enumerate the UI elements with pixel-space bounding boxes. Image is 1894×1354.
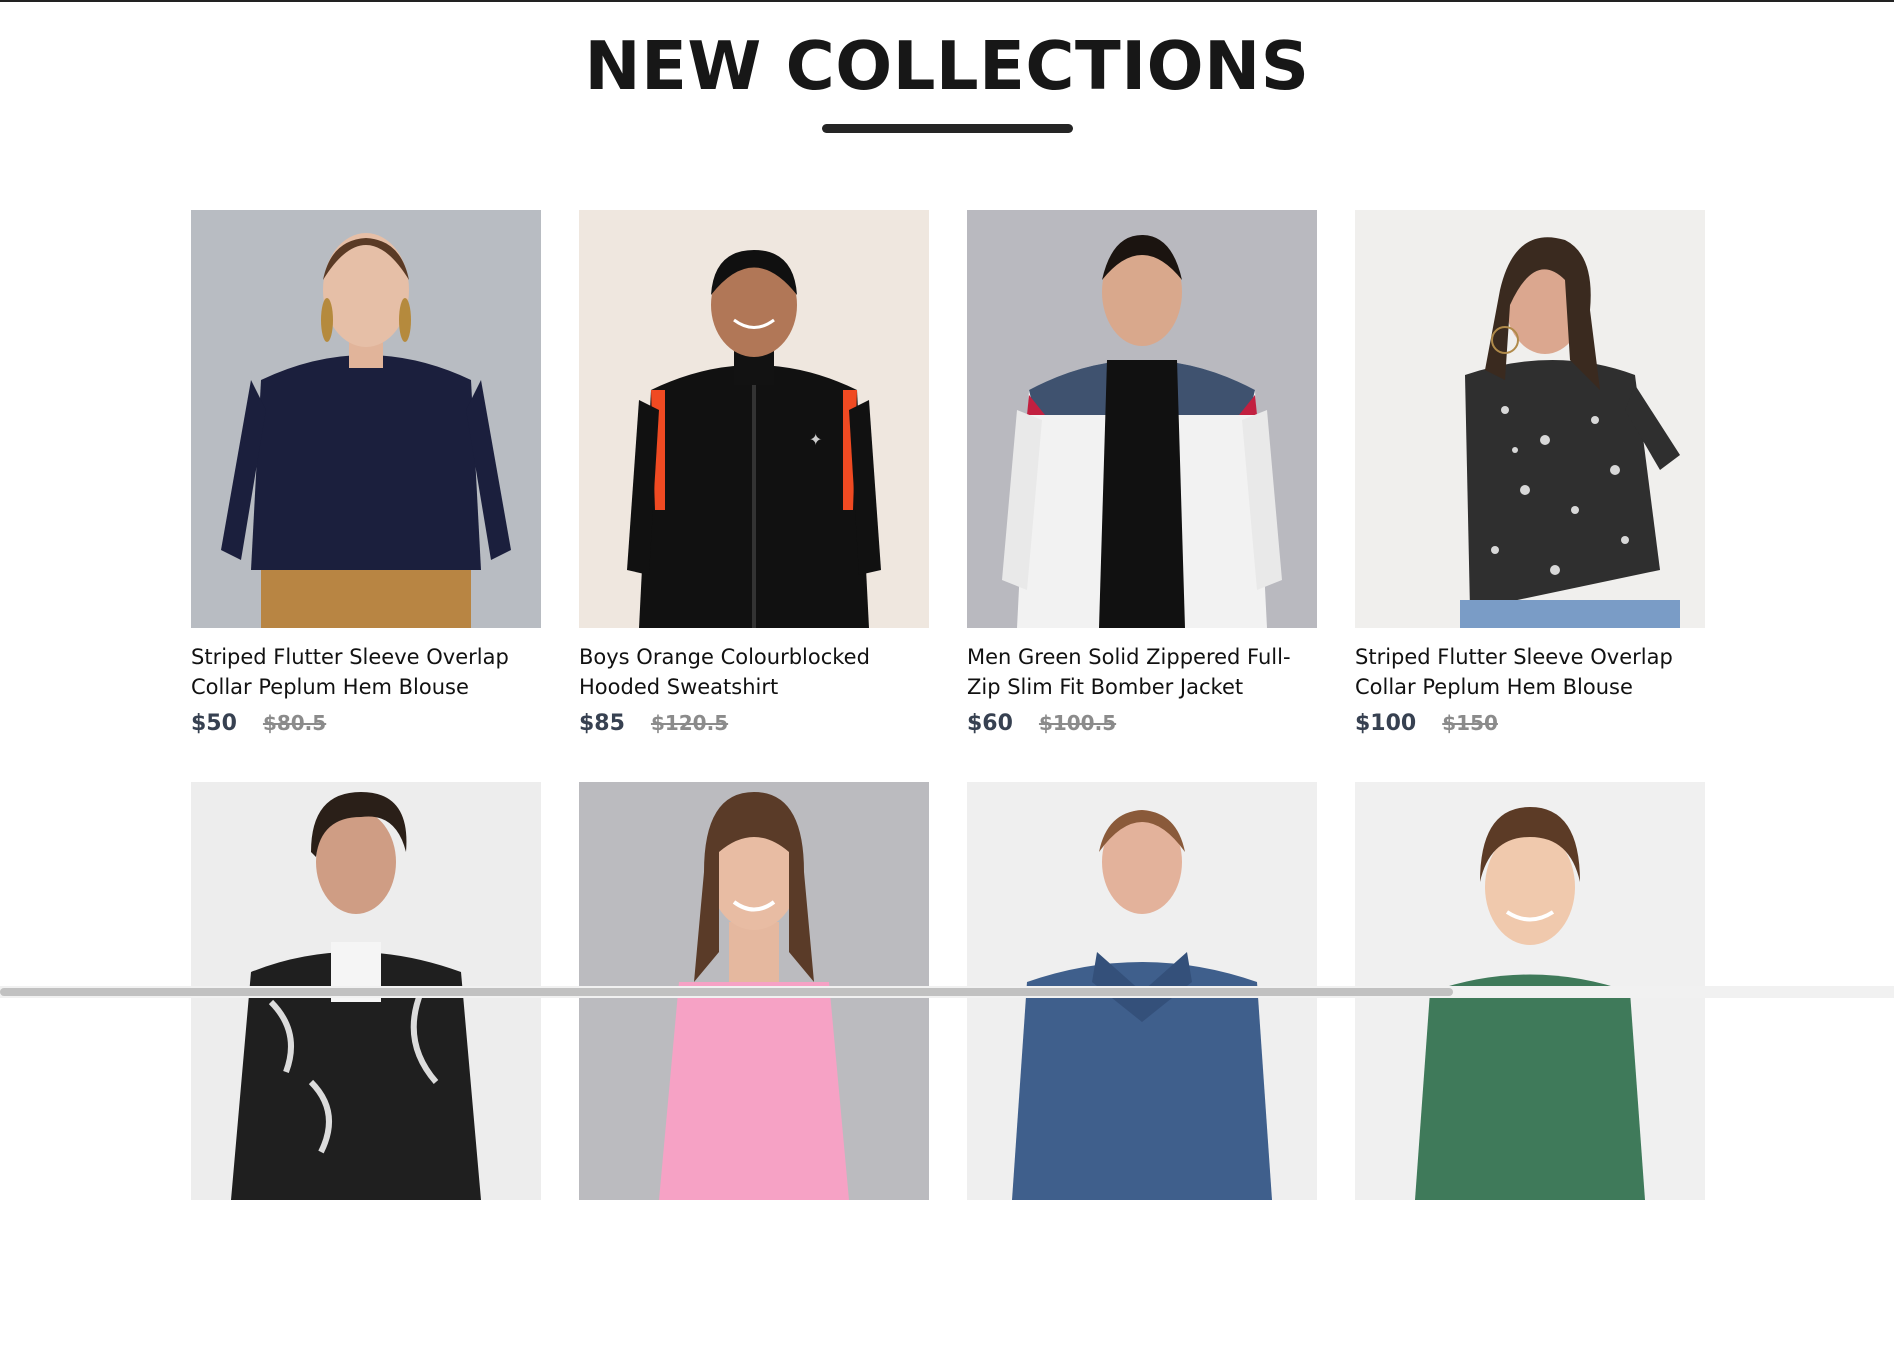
product-name[interactable]: Men Green Solid Zippered Full-Zip Slim F… — [967, 642, 1317, 702]
product-image[interactable] — [1355, 210, 1705, 628]
price-old: $150 — [1442, 711, 1498, 735]
product-card[interactable] — [1355, 782, 1705, 1354]
price-row: $100 $150 — [1355, 711, 1705, 736]
product-image[interactable] — [191, 210, 541, 628]
horizontal-scrollbar-thumb[interactable] — [0, 988, 1453, 996]
product-name[interactable]: Boys Orange Colourblocked Hooded Sweatsh… — [579, 642, 929, 702]
section-heading: NEW COLLECTIONS — [0, 24, 1894, 108]
product-name[interactable]: Striped Flutter Sleeve Overlap Collar Pe… — [191, 642, 541, 702]
title-underline — [822, 124, 1073, 133]
product-grid: Striped Flutter Sleeve Overlap Collar Pe… — [191, 210, 1705, 1354]
price-old: $80.5 — [262, 711, 327, 735]
top-border — [0, 0, 1894, 2]
product-card[interactable] — [191, 782, 541, 1354]
price-new: $100 — [1355, 711, 1417, 736]
price-row: $60 $100.5 — [967, 711, 1317, 736]
product-image[interactable]: ✦ — [579, 210, 929, 628]
product-card[interactable]: Striped Flutter Sleeve Overlap Collar Pe… — [191, 210, 541, 782]
product-card[interactable] — [967, 782, 1317, 1354]
section-title: NEW COLLECTIONS — [584, 27, 1310, 105]
product-name[interactable]: Striped Flutter Sleeve Overlap Collar Pe… — [1355, 642, 1705, 702]
price-new: $50 — [191, 711, 237, 736]
price-new: $85 — [579, 711, 625, 736]
price-row: $85 $120.5 — [579, 711, 929, 736]
product-card[interactable]: Striped Flutter Sleeve Overlap Collar Pe… — [1355, 210, 1705, 782]
product-card[interactable]: Men Green Solid Zippered Full-Zip Slim F… — [967, 210, 1317, 782]
svg-text:✦: ✦ — [809, 430, 822, 449]
price-old: $100.5 — [1038, 711, 1117, 735]
product-card[interactable]: ✦ Boys Orange Colourblocked Hooded Sweat… — [579, 210, 929, 782]
product-image[interactable] — [967, 210, 1317, 628]
product-card[interactable] — [579, 782, 929, 1354]
price-old: $120.5 — [650, 711, 729, 735]
price-row: $50 $80.5 — [191, 711, 541, 736]
price-new: $60 — [967, 711, 1013, 736]
